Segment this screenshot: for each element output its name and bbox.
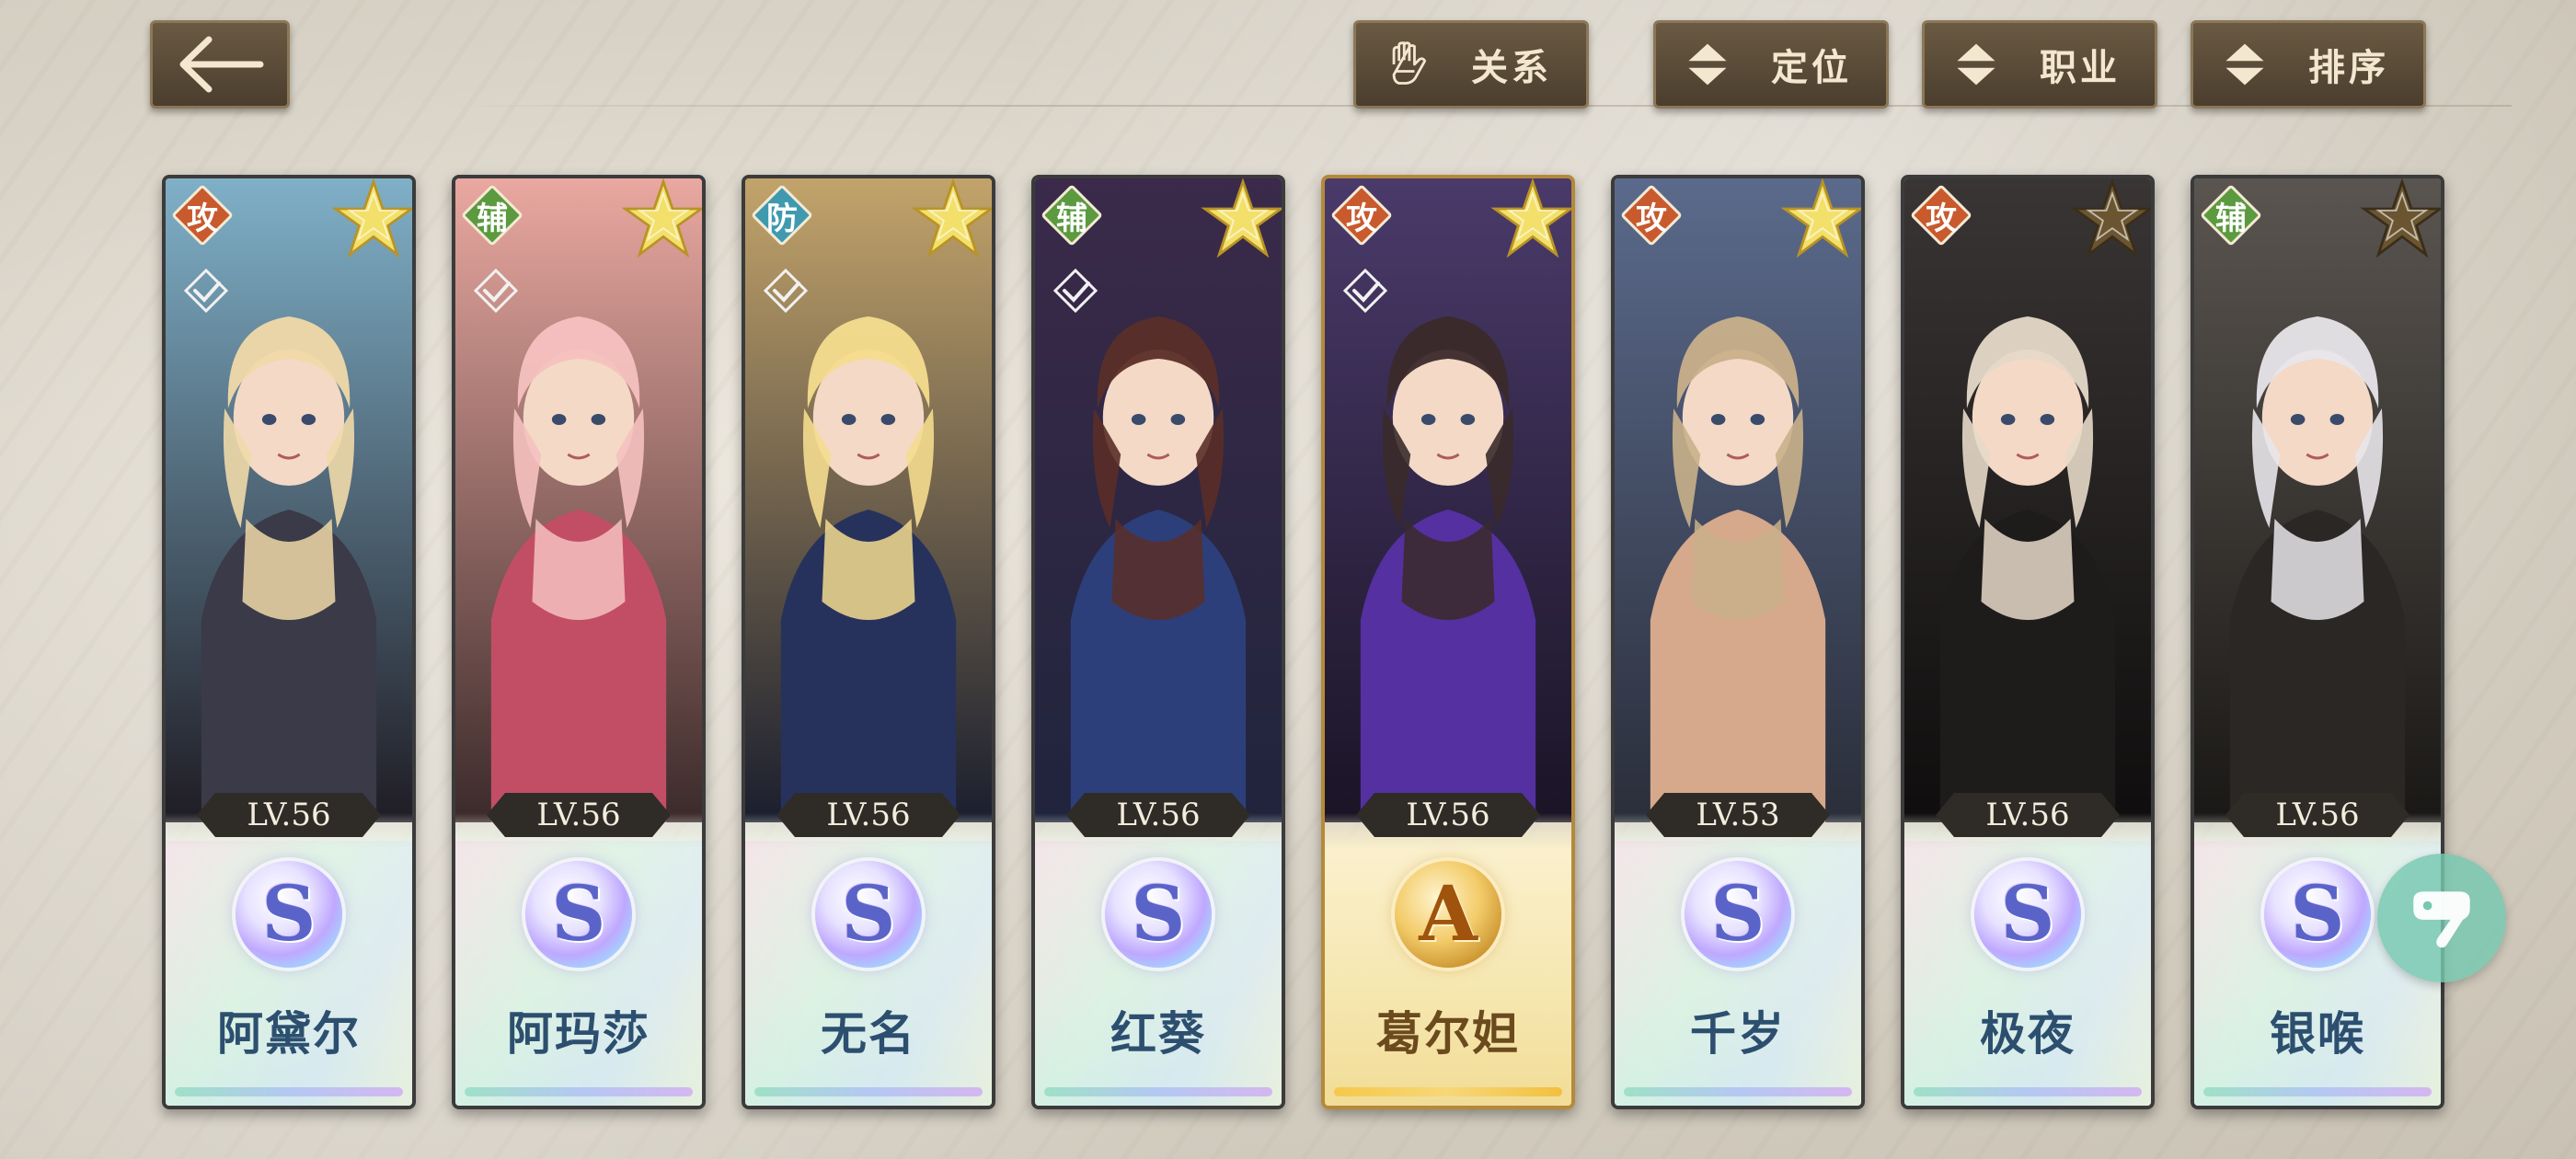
level-label: LV.56 <box>2225 793 2409 837</box>
star-gold-icon <box>1780 178 1861 258</box>
character-name: 红葵 <box>1110 1007 1206 1061</box>
role-label: 攻 <box>187 200 218 237</box>
star-gold-icon <box>621 178 702 258</box>
role-badge: 防 <box>751 184 813 247</box>
level-label: LV.56 <box>1066 793 1250 837</box>
character-name: 极夜 <box>1980 1007 2076 1061</box>
role-label: 攻 <box>1346 200 1377 237</box>
level-label: LV.56 <box>1356 793 1540 837</box>
role-label: 防 <box>766 200 798 237</box>
character-card[interactable]: 攻 LV.56 A 葛尔妲 <box>1321 175 1575 1109</box>
role-badge: 攻 <box>171 184 234 247</box>
filter-relation-button[interactable]: 关系 <box>1353 20 1589 109</box>
star-gold-icon <box>1201 178 1282 258</box>
rarity-letter: S <box>1131 870 1186 958</box>
star-gold-icon <box>911 178 992 258</box>
role-badge: 辅 <box>2200 184 2262 247</box>
rarity-badge: A <box>1395 861 1501 968</box>
sort-arrows-icon <box>2217 37 2272 92</box>
character-card[interactable]: 攻 LV.53 S 千岁 <box>1611 175 1865 1109</box>
character-portrait <box>1904 178 2151 822</box>
role-label: 攻 <box>1926 200 1957 237</box>
character-card[interactable]: 辅 LV.56 S 阿玛莎 <box>452 175 706 1109</box>
sort-arrows-icon <box>1680 37 1735 92</box>
back-button[interactable] <box>150 20 290 109</box>
filter-class-label: 职业 <box>2040 47 2121 89</box>
role-label: 辅 <box>477 200 508 237</box>
floating-assistant-button[interactable] <box>2377 854 2506 982</box>
rarity-badge: S <box>1105 861 1212 968</box>
filter-position-button[interactable]: 定位 <box>1653 20 1889 109</box>
character-portrait <box>2194 178 2441 822</box>
class-check-icon <box>1052 268 1098 314</box>
role-label: 辅 <box>1056 200 1087 237</box>
character-card[interactable]: 辅 LV.56 S 红葵 <box>1031 175 1285 1109</box>
card-bottom-bar <box>754 1087 983 1096</box>
class-check-icon <box>763 268 809 314</box>
character-name: 阿黛尔 <box>217 1007 361 1061</box>
role-badge: 辅 <box>461 184 523 247</box>
character-name: 无名 <box>821 1007 916 1061</box>
character-name: 葛尔妲 <box>1376 1007 1520 1061</box>
filter-sort-button[interactable]: 排序 <box>2191 20 2426 109</box>
filter-class-button[interactable]: 职业 <box>1922 20 2157 109</box>
card-bottom-bar <box>465 1087 693 1096</box>
character-portrait <box>1615 178 1861 822</box>
rarity-letter: S <box>2290 870 2345 958</box>
class-check-icon <box>1342 268 1388 314</box>
rarity-letter: S <box>551 870 606 958</box>
star-gold-icon <box>1490 178 1571 258</box>
filter-position-label: 定位 <box>1771 47 1852 89</box>
star-dark-icon <box>2070 178 2151 258</box>
rarity-badge: S <box>525 861 632 968</box>
role-badge: 攻 <box>1620 184 1683 247</box>
level-label: LV.53 <box>1646 793 1830 837</box>
rarity-badge: S <box>815 861 922 968</box>
star-dark-icon <box>2360 178 2441 258</box>
card-bottom-bar <box>1044 1087 1272 1096</box>
level-label: LV.56 <box>1936 793 2120 837</box>
rarity-letter: S <box>261 870 316 958</box>
class-check-icon <box>473 268 519 314</box>
character-card[interactable]: 攻 LV.56 S 阿黛尔 <box>162 175 416 1109</box>
role-badge: 辅 <box>1041 184 1103 247</box>
character-card[interactable]: 攻 LV.56 S 极夜 <box>1901 175 2155 1109</box>
rarity-badge: S <box>1685 861 1791 968</box>
filter-relation-label: 关系 <box>1471 47 1552 89</box>
character-name: 银喉 <box>2270 1007 2365 1061</box>
star-gold-icon <box>331 178 412 258</box>
role-badge: 攻 <box>1910 184 1972 247</box>
rarity-letter: A <box>1419 870 1478 958</box>
class-check-icon <box>183 268 229 314</box>
rarity-letter: S <box>841 870 896 958</box>
level-label: LV.56 <box>197 793 381 837</box>
rarity-badge: S <box>1974 861 2081 968</box>
filter-sort-label: 排序 <box>2308 47 2389 89</box>
rarity-letter: S <box>1710 870 1765 958</box>
back-arrow-icon <box>179 36 264 93</box>
level-label: LV.56 <box>776 793 960 837</box>
card-bottom-bar <box>1334 1087 1562 1096</box>
character-card[interactable]: 防 LV.56 S 无名 <box>742 175 995 1109</box>
rarity-letter: S <box>2000 870 2055 958</box>
card-bottom-bar <box>175 1087 403 1096</box>
rarity-badge: S <box>2264 861 2371 968</box>
card-bottom-bar <box>2203 1087 2432 1096</box>
role-label: 攻 <box>1636 200 1667 237</box>
gauntlet-icon <box>1380 37 1435 92</box>
character-name: 千岁 <box>1690 1007 1786 1061</box>
level-label: LV.56 <box>487 793 671 837</box>
role-badge: 攻 <box>1330 184 1393 247</box>
rarity-badge: S <box>236 861 342 968</box>
character-name: 阿玛莎 <box>507 1007 650 1061</box>
role-label: 辅 <box>2215 200 2247 237</box>
card-bottom-bar <box>1914 1087 2142 1096</box>
gamepad-assistant-icon <box>2413 891 2470 948</box>
sort-arrows-icon <box>1949 37 2004 92</box>
card-bottom-bar <box>1624 1087 1852 1096</box>
